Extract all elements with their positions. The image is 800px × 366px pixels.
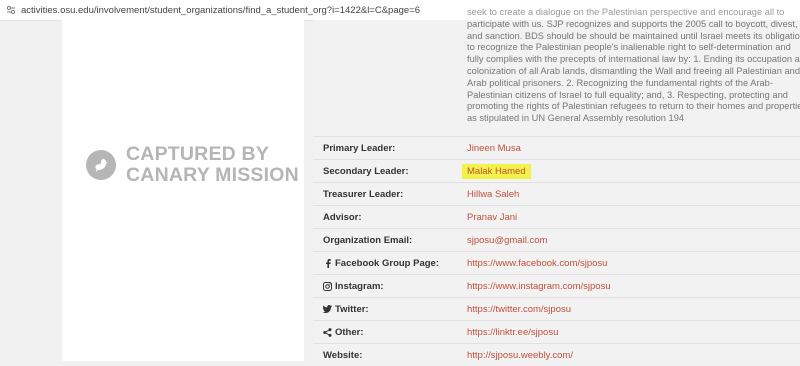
detail-row-treasurer-leader: Treasurer Leader: Hillwa Saleh	[313, 182, 800, 205]
detail-row-facebook: Facebook Group Page: https://www.faceboo…	[313, 251, 800, 274]
instagram-icon	[323, 281, 332, 291]
detail-label: Website:	[323, 349, 363, 361]
share-icon	[323, 327, 332, 337]
description-line: to recognize the Palestinian people's in…	[467, 42, 791, 53]
detail-row-instagram: Instagram: https://www.instagram.com/sjp…	[313, 274, 800, 297]
detail-label: Facebook Group Page:	[323, 258, 439, 269]
watermark-line-2: CANARY MISSION	[126, 164, 299, 186]
watermark: CAPTURED BY CANARY MISSION	[86, 144, 299, 186]
detail-row-advisor: Advisor: Pranav Jani	[313, 205, 800, 228]
other-link[interactable]: https://linktr.ee/sjposu	[467, 327, 558, 338]
instagram-link[interactable]: https://www.instagram.com/sjposu	[467, 281, 611, 292]
url-text: activities.osu.edu/involvement/student_o…	[21, 4, 421, 16]
detail-label: Instagram:	[323, 281, 384, 292]
detail-row-secondary-leader: Secondary Leader: Malak Hamed	[313, 159, 800, 182]
description-line: fully complies with the precepts of inte…	[467, 54, 800, 65]
facebook-icon	[323, 258, 332, 268]
detail-label: Primary Leader:	[323, 142, 396, 154]
site-info-icon[interactable]	[6, 5, 16, 15]
detail-label-text: Twitter:	[335, 303, 369, 315]
detail-row-email: Organization Email: sjposu@gmail.com	[313, 228, 800, 251]
twitter-icon	[323, 305, 332, 314]
description-line: colonization of all Arab lands, dismantl…	[467, 65, 800, 76]
detail-label: Advisor:	[323, 211, 362, 223]
detail-label: Secondary Leader:	[323, 165, 409, 177]
organization-description: seek to create a dialogue on the Palesti…	[467, 7, 800, 125]
watermark-line-1: CAPTURED BY	[126, 143, 270, 165]
detail-label-text: Facebook Group Page:	[335, 257, 439, 269]
detail-label: Organization Email:	[323, 234, 413, 246]
description-line: Palestinian citizens of Israel to full e…	[467, 89, 788, 100]
detail-label: Other:	[323, 327, 364, 338]
primary-leader-link[interactable]: Jineen Musa	[467, 143, 521, 154]
detail-label: Twitter:	[323, 304, 369, 315]
description-line: promoting the rights of Palestinian refu…	[467, 101, 800, 112]
description-line: seek to create a dialogue on the Palesti…	[467, 7, 785, 17]
detail-row-website: Website: http://sjposu.weebly.com/	[313, 343, 800, 366]
description-line: and sanction. BDS should be should be ma…	[467, 30, 800, 41]
detail-row-twitter: Twitter: https://twitter.com/sjposu	[313, 297, 800, 320]
twitter-link[interactable]: https://twitter.com/sjposu	[467, 304, 571, 315]
description-line: Arab political prisoners. 2. Recognizing…	[467, 77, 773, 88]
website-link[interactable]: http://sjposu.weebly.com/	[467, 350, 573, 361]
left-panel	[62, 20, 304, 361]
email-link[interactable]: sjposu@gmail.com	[467, 235, 547, 246]
advisor-link[interactable]: Pranav Jani	[467, 212, 517, 223]
detail-row-other: Other: https://linktr.ee/sjposu	[313, 320, 800, 343]
description-line: as stipulated in UN General Assembly res…	[467, 113, 685, 124]
treasurer-leader-link[interactable]: Hillwa Saleh	[467, 189, 519, 200]
description-line: participate with us. SJP recognizes and …	[467, 18, 798, 29]
facebook-link[interactable]: https://www.facebook.com/sjposu	[467, 258, 607, 269]
detail-label: Treasurer Leader:	[323, 188, 404, 200]
secondary-leader-link[interactable]: Malak Hamed	[462, 163, 531, 179]
bird-icon	[86, 150, 116, 180]
detail-label-text: Instagram:	[335, 280, 384, 292]
detail-label-text: Other:	[335, 326, 364, 338]
detail-row-primary-leader: Primary Leader: Jineen Musa	[313, 136, 800, 159]
